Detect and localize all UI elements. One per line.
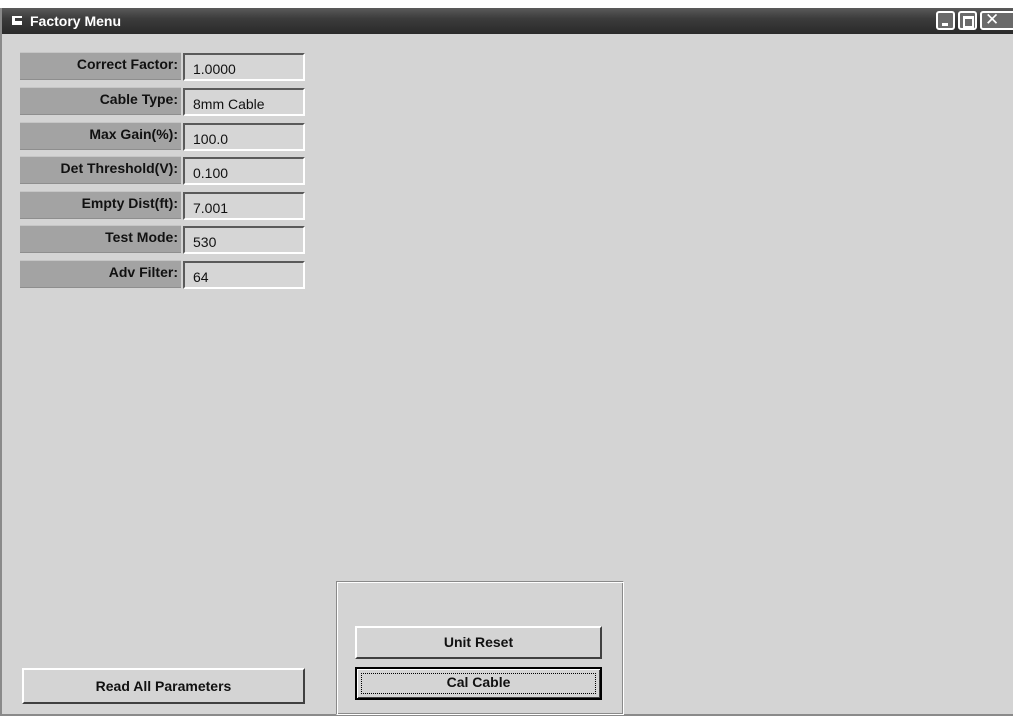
param-row-correct-factor: Correct Factor: 1.0000 bbox=[20, 52, 310, 82]
factory-menu-window: Factory Menu ✕ Correct Factor: 1.0000 Ca… bbox=[0, 8, 1013, 716]
det-threshold-label: Det Threshold(V): bbox=[20, 156, 181, 184]
close-button[interactable]: ✕ bbox=[980, 10, 1013, 30]
adv-filter-field[interactable]: 64 bbox=[183, 261, 305, 289]
correct-factor-field[interactable]: 1.0000 bbox=[183, 53, 305, 81]
test-mode-label: Test Mode: bbox=[20, 225, 181, 253]
unit-reset-button[interactable]: Unit Reset bbox=[355, 626, 602, 659]
param-row-empty-dist: Empty Dist(ft): 7.001 bbox=[20, 191, 310, 221]
param-row-test-mode: Test Mode: 530 bbox=[20, 225, 310, 255]
param-row-cable-type: Cable Type: 8mm Cable bbox=[20, 87, 310, 117]
empty-dist-label: Empty Dist(ft): bbox=[20, 191, 181, 219]
cal-cable-label: Cal Cable bbox=[446, 674, 511, 690]
empty-dist-field[interactable]: 7.001 bbox=[183, 192, 305, 220]
max-gain-field[interactable]: 100.0 bbox=[183, 123, 305, 151]
test-mode-field[interactable]: 530 bbox=[183, 226, 305, 254]
param-row-max-gain: Max Gain(%): 100.0 bbox=[20, 122, 310, 152]
adv-filter-label: Adv Filter: bbox=[20, 260, 181, 288]
max-gain-label: Max Gain(%): bbox=[20, 122, 181, 150]
minimize-button[interactable] bbox=[936, 11, 955, 30]
title-bar[interactable]: Factory Menu ✕ bbox=[2, 8, 1013, 34]
param-row-det-threshold: Det Threshold(V): 0.100 bbox=[20, 156, 310, 186]
window-title: Factory Menu bbox=[30, 13, 122, 29]
cal-cable-button[interactable]: Cal Cable bbox=[355, 667, 602, 700]
read-all-parameters-button[interactable]: Read All Parameters bbox=[22, 668, 305, 704]
close-icon: ✕ bbox=[985, 10, 1000, 30]
param-row-adv-filter: Adv Filter: 64 bbox=[20, 260, 310, 290]
window-icon[interactable] bbox=[12, 16, 22, 25]
cable-type-label: Cable Type: bbox=[20, 87, 181, 115]
correct-factor-label: Correct Factor: bbox=[20, 52, 181, 80]
cable-type-field[interactable]: 8mm Cable bbox=[183, 88, 305, 116]
det-threshold-field[interactable]: 0.100 bbox=[183, 157, 305, 185]
maximize-button[interactable] bbox=[958, 11, 977, 30]
